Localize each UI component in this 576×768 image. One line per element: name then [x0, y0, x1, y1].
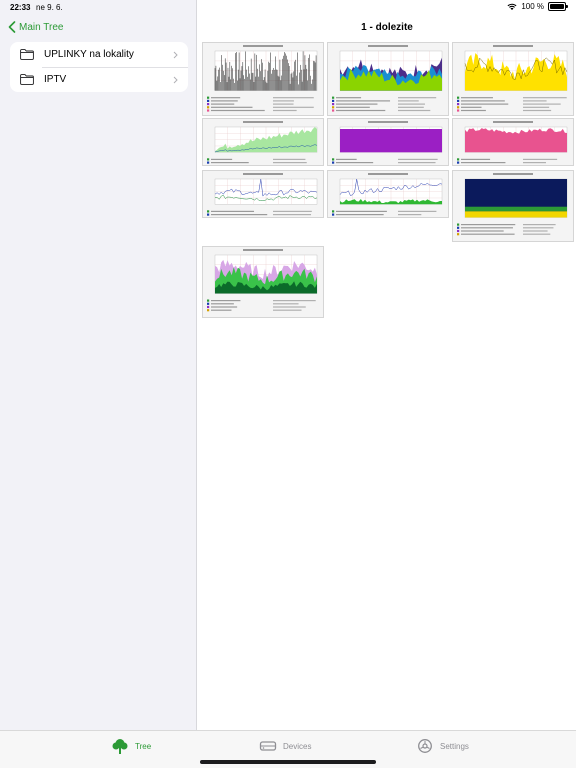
sidebar: Main Tree UPLINKY na lokality IPTV [0, 0, 197, 730]
graph-thumbnail[interactable] [202, 246, 324, 318]
graph-thumbnail[interactable] [327, 118, 449, 166]
main-content: 1 - dolezite [198, 0, 576, 730]
page-title: 1 - dolezite [361, 22, 413, 33]
chevron-right-icon [173, 51, 178, 58]
chevron-left-icon [8, 21, 16, 33]
graph-thumbnail[interactable] [452, 42, 574, 116]
graph-image [207, 45, 318, 112]
graph-image [457, 121, 568, 164]
graph-image [332, 173, 443, 216]
graph-image [457, 173, 568, 236]
graph-thumbnail[interactable] [202, 118, 324, 166]
status-bar: 22:33 ne 9. 6. 100 % [0, 0, 576, 16]
folder-label: IPTV [44, 74, 67, 85]
tab-label: Tree [135, 741, 152, 751]
graph-image [207, 249, 318, 312]
server-icon [259, 741, 277, 751]
graph-image [207, 121, 318, 164]
folder-item-iptv[interactable]: IPTV [10, 67, 188, 92]
tab-label: Devices [283, 741, 312, 751]
status-time: 22:33 [10, 3, 31, 12]
graph-thumbnail[interactable] [327, 42, 449, 116]
graph-image [207, 173, 318, 216]
status-indicators: 100 % [507, 2, 568, 11]
graph-thumbnail[interactable] [452, 170, 574, 242]
gear-icon [418, 739, 432, 753]
wifi-icon [507, 3, 517, 10]
graph-image [457, 45, 568, 112]
tab-settings[interactable]: Settings [416, 738, 469, 754]
graph-thumbnail[interactable] [202, 42, 324, 116]
graph-thumbnail[interactable] [202, 170, 324, 218]
graph-image [332, 45, 443, 112]
folder-item-uplinky[interactable]: UPLINKY na lokality [10, 42, 188, 67]
graph-thumbnail[interactable] [327, 170, 449, 218]
back-button[interactable]: Main Tree [8, 21, 63, 33]
battery-percent: 100 % [521, 2, 544, 11]
graph-thumbnail[interactable] [452, 118, 574, 166]
tab-tree[interactable]: Tree [111, 738, 151, 754]
folder-icon [20, 74, 34, 85]
folder-label: UPLINKY na lokality [44, 49, 134, 60]
status-date: ne 9. 6. [36, 3, 63, 12]
tree-icon [112, 739, 128, 754]
graph-image [332, 121, 443, 164]
battery-icon [548, 2, 568, 11]
back-label: Main Tree [19, 21, 64, 33]
tab-label: Settings [440, 741, 469, 751]
folder-list: UPLINKY na lokality IPTV [10, 42, 188, 92]
home-indicator [200, 760, 376, 764]
chevron-right-icon [173, 76, 178, 83]
folder-icon [20, 49, 34, 60]
tab-devices[interactable]: Devices [259, 738, 311, 754]
